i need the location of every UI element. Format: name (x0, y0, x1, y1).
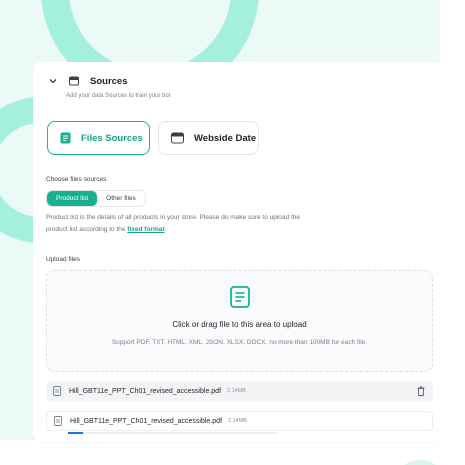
other-files-option[interactable]: Other files (97, 191, 145, 206)
file-size: 2.14MB (228, 418, 247, 424)
description-line-1: Product list is the details of all produ… (46, 214, 300, 221)
browser-icon (171, 132, 184, 144)
files-sources-label: Files Sources (81, 132, 143, 144)
uploading-file-row: Hill_GBT11e_PPT_Ch01_revised_accessible.… (46, 411, 433, 431)
chevron-down-icon[interactable] (48, 76, 58, 86)
uploaded-file-row: Hill_GBT11e_PPT_Ch01_revised_accessible.… (46, 381, 433, 401)
file-name: Hill_GBT11e_PPT_Ch01_revised_accessible.… (69, 387, 222, 395)
file-icon (54, 416, 62, 426)
upload-title: Click or drag file to this area to uploa… (172, 320, 307, 329)
trash-icon[interactable] (417, 386, 425, 396)
file-name: Hill_GBT11e_PPT_Ch01_revised_accessible.… (70, 417, 223, 425)
database-icon (69, 76, 79, 86)
sources-header[interactable]: Sources (48, 74, 128, 88)
file-size: 2.14MB (227, 388, 246, 394)
file-icon (60, 132, 71, 144)
website-data-label: Webside Date (194, 132, 257, 144)
upload-files-label: Upload files (46, 256, 80, 263)
website-data-tab[interactable]: Webside Date (158, 121, 259, 155)
product-list-option[interactable]: Product list (47, 191, 98, 206)
description-period: . (164, 226, 167, 233)
files-sources-tab[interactable]: Files Sources (47, 121, 150, 155)
file-icon (53, 386, 61, 396)
upload-hint: Support PDF, TXT, HTML, XML, JSON, XLSX,… (111, 339, 368, 346)
upload-progress-bar (68, 432, 278, 434)
description-line-2: product list according to the (46, 226, 128, 233)
fixed-format-link[interactable]: fixed format (127, 226, 164, 233)
choose-files-label: Choose files sources (46, 176, 107, 183)
upload-progress-fill (68, 432, 83, 434)
document-upload-icon (230, 286, 250, 308)
product-list-description: Product list is the details of all produ… (46, 212, 376, 236)
section-title: Sources (90, 75, 128, 87)
section-subtitle: Add your data Sources to train your bot (66, 93, 171, 99)
files-source-segmented: Product list Other files (46, 190, 146, 207)
